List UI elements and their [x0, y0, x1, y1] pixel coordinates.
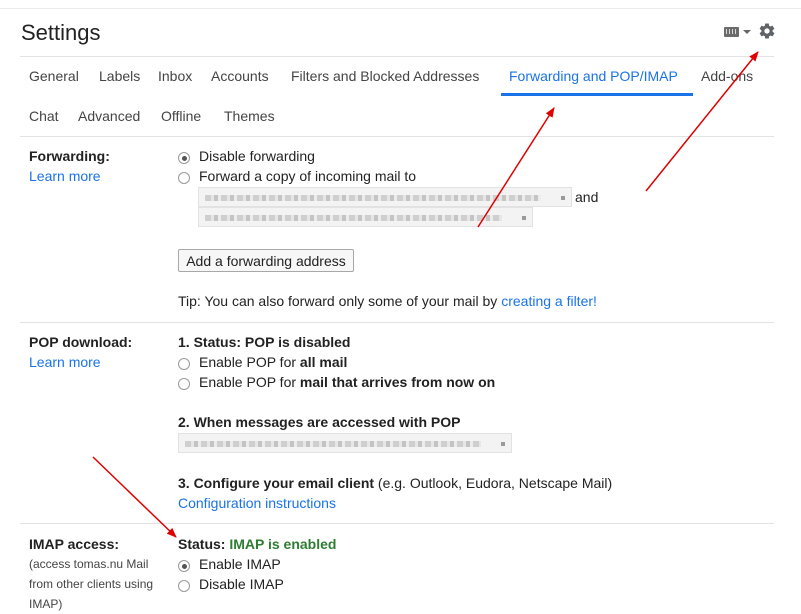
pop-learn-more-link[interactable]: Learn more	[29, 354, 101, 370]
tip-text: Tip: You can also forward only some of y…	[178, 293, 502, 309]
add-forwarding-address-button[interactable]: Add a forwarding address	[178, 249, 354, 272]
tab-general[interactable]: General	[29, 68, 79, 84]
top-divider	[0, 8, 801, 9]
dropdown-caret-icon[interactable]	[743, 29, 751, 34]
imap-status: Status: IMAP is enabled	[178, 536, 336, 552]
active-tab-indicator	[501, 93, 693, 96]
arrow-to-imap-status	[92, 456, 177, 538]
enable-pop-now-radio[interactable]	[178, 378, 190, 390]
imap-status-value: IMAP is enabled	[229, 536, 337, 552]
header-icons	[724, 22, 776, 40]
pop-divider	[20, 523, 774, 524]
pop-status-prefix: 1. Status:	[178, 334, 245, 350]
pop-status: 1. Status: POP is disabled	[178, 334, 350, 350]
enable-imap-label: Enable IMAP	[199, 556, 281, 572]
tab-offline[interactable]: Offline	[161, 108, 201, 124]
enable-pop-all-label: Enable POP for all mail	[199, 354, 347, 370]
configure-client: 3. Configure your email client (e.g. Out…	[178, 475, 612, 491]
enable-pop-now-bold: mail that arrives from now on	[299, 374, 496, 390]
enable-pop-all-bold: all mail	[299, 354, 348, 370]
pop-access-action-select[interactable]	[178, 433, 512, 453]
tab-inbox[interactable]: Inbox	[158, 68, 192, 84]
tab-themes[interactable]: Themes	[224, 108, 275, 124]
forwarding-learn-more-link[interactable]: Learn more	[29, 168, 101, 184]
imap-note: (access tomas.nu Mail from other clients…	[29, 554, 153, 614]
enable-pop-all-prefix: Enable POP for	[199, 354, 300, 370]
disable-forwarding-radio[interactable]	[178, 152, 190, 164]
imap-status-prefix: Status:	[178, 536, 230, 552]
page-title: Settings	[21, 20, 101, 45]
header-divider	[20, 56, 774, 57]
tab-add-ons[interactable]: Add-ons	[701, 68, 753, 84]
forward-action-select[interactable]	[198, 207, 533, 227]
tab-advanced[interactable]: Advanced	[78, 108, 140, 124]
imap-access-label: IMAP access:	[29, 536, 120, 552]
enable-imap-radio[interactable]	[178, 560, 190, 572]
forward-address-select[interactable]	[198, 187, 572, 207]
when-accessed-heading: 2. When messages are accessed with POP	[178, 414, 461, 430]
forwarding-label: Forwarding:	[29, 148, 110, 164]
imap-note-line1: (access tomas.nu Mail	[29, 557, 149, 571]
and-text: and	[575, 189, 599, 205]
tab-forwarding-pop-imap[interactable]: Forwarding and POP/IMAP	[509, 68, 678, 84]
creating-filter-link[interactable]: creating a filter!	[501, 293, 597, 309]
pop-download-label: POP download:	[29, 334, 133, 350]
disable-forwarding-label: Disable forwarding	[199, 148, 315, 164]
forward-copy-radio[interactable]	[178, 172, 190, 184]
tab-labels[interactable]: Labels	[99, 68, 140, 84]
disable-imap-radio[interactable]	[178, 580, 190, 592]
enable-pop-all-radio[interactable]	[178, 358, 190, 370]
forwarding-divider	[20, 322, 774, 323]
tab-filters[interactable]: Filters and Blocked Addresses	[291, 68, 479, 84]
enable-pop-now-label: Enable POP for mail that arrives from no…	[199, 374, 495, 390]
disable-imap-label: Disable IMAP	[199, 576, 284, 592]
pop-status-value: POP is disabled	[244, 334, 351, 350]
gear-icon[interactable]	[758, 22, 776, 40]
keyboard-icon[interactable]	[724, 27, 739, 37]
imap-note-line2: from other clients using	[29, 577, 154, 591]
configuration-instructions-link[interactable]: Configuration instructions	[178, 495, 336, 511]
configure-client-bold: 3. Configure your email client	[178, 475, 375, 491]
tab-chat[interactable]: Chat	[29, 108, 59, 124]
tabs-divider	[20, 136, 774, 137]
enable-pop-now-prefix: Enable POP for	[199, 374, 300, 390]
forwarding-tip: Tip: You can also forward only some of y…	[178, 293, 597, 309]
tab-accounts[interactable]: Accounts	[211, 68, 269, 84]
imap-note-line3: IMAP)	[29, 597, 63, 611]
configure-client-rest: (e.g. Outlook, Eudora, Netscape Mail)	[374, 475, 613, 491]
forward-copy-label: Forward a copy of incoming mail to	[199, 168, 417, 184]
